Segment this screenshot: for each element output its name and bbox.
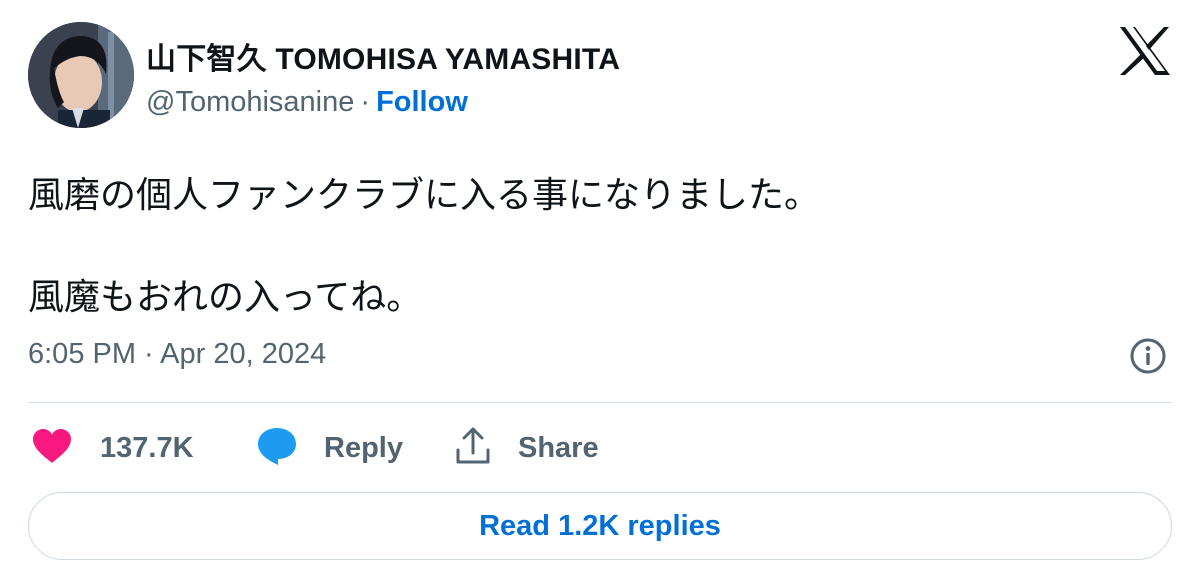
read-replies-label: Read 1.2K replies bbox=[479, 509, 721, 542]
heart-icon bbox=[32, 428, 72, 469]
author-avatar[interactable] bbox=[28, 22, 134, 128]
author-display-name[interactable]: 山下智久 TOMOHISA YAMASHITA bbox=[146, 34, 620, 78]
tweet-timestamp[interactable]: 6:05 PM · Apr 20, 2024 bbox=[28, 338, 326, 371]
info-icon[interactable] bbox=[1128, 336, 1168, 376]
follow-link[interactable]: Follow bbox=[376, 86, 468, 118]
speech-bubble-icon bbox=[256, 426, 298, 471]
read-replies-button[interactable]: Read 1.2K replies bbox=[28, 492, 1172, 560]
share-button[interactable]: Share bbox=[454, 424, 599, 472]
like-button[interactable]: 137.7K bbox=[32, 424, 194, 472]
share-upload-icon bbox=[454, 426, 492, 471]
avatar-image bbox=[28, 22, 134, 128]
tweet-text-line-2: 風魔もおれの入ってね。 bbox=[28, 277, 423, 318]
reply-button[interactable]: Reply bbox=[256, 424, 403, 472]
reply-label: Reply bbox=[324, 431, 403, 464]
author-handle-row: @Tomohisanine · Follow bbox=[146, 86, 468, 119]
tweet-embed-card: 山下智久 TOMOHISA YAMASHITA @Tomohisanine · Fo… bbox=[0, 0, 1200, 574]
x-logo-icon[interactable] bbox=[1118, 26, 1172, 76]
divider bbox=[28, 402, 1172, 403]
share-label: Share bbox=[518, 431, 599, 464]
tweet-text-line-1: 風磨の個人ファンクラブに入る事になりました。 bbox=[28, 175, 821, 216]
like-count: 137.7K bbox=[100, 431, 194, 464]
handle-separator: · bbox=[360, 86, 371, 118]
author-handle[interactable]: @Tomohisanine bbox=[146, 86, 354, 118]
